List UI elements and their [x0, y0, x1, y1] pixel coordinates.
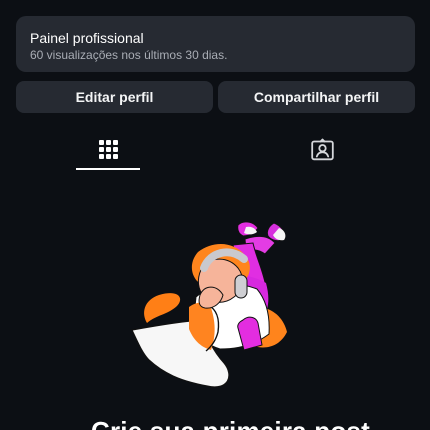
headphones-ear [234, 274, 248, 299]
tab-tagged[interactable] [215, 126, 430, 172]
selected-tab-indicator [76, 168, 140, 170]
empty-posts-illustration [131, 221, 287, 388]
grid-icon [98, 140, 118, 159]
professional-dashboard-title: Painel profissional [30, 30, 144, 46]
tab-posts-grid[interactable] [0, 126, 215, 172]
profile-page: •• ·· · · Painel profissional 60 visuali… [0, 0, 430, 430]
edit-profile-button[interactable]: Editar perfil [16, 81, 213, 113]
orange-leaf-shape [144, 293, 181, 323]
professional-dashboard-subtitle: 60 visualizações nos últimos 30 dias. [30, 48, 228, 62]
professional-dashboard-card[interactable]: Painel profissional 60 visualizações nos… [16, 16, 415, 72]
profile-tabs [0, 126, 430, 172]
tagged-person-icon [311, 138, 334, 160]
top-cut-off-text: •• ·· · · [22, 0, 132, 2]
share-profile-button[interactable]: Compartilhar perfil [218, 81, 415, 113]
empty-state-title: Crie sua primeira post [91, 414, 370, 430]
